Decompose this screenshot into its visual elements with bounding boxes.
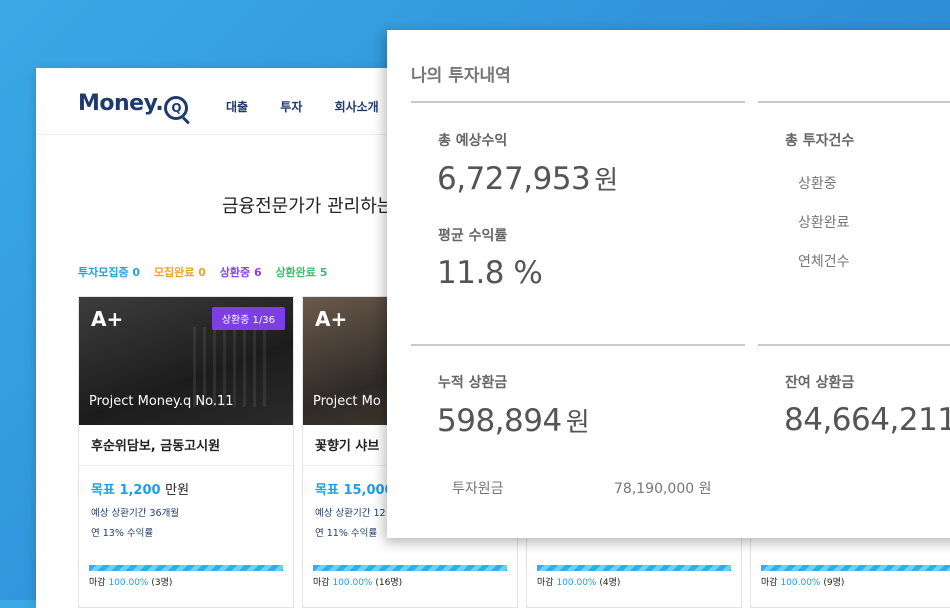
- filter-recruit-done[interactable]: 모집완료 0: [154, 266, 206, 279]
- logo-q-icon: Q: [164, 96, 189, 120]
- goal-amount: 목표 15,000: [315, 479, 394, 498]
- deadline-count: (16명): [375, 578, 403, 588]
- principal-value: 78,190,000 원: [614, 481, 712, 497]
- deadline-label: 마감: [761, 578, 778, 588]
- remaining-value: 84,664,211: [784, 402, 950, 438]
- project-name: Project Mo: [313, 394, 381, 409]
- deadline-label: 마감: [89, 578, 106, 588]
- investment-summary-panel: 나의 투자내역 총 예상수익 6,727,953 원 평균 수익률 11.8 % …: [387, 30, 950, 538]
- project-photo: A+ 상환중 1/36 Project Money.q No.11: [79, 297, 293, 425]
- deadline-info: 마감 100.00% (4명): [537, 575, 620, 588]
- project-card[interactable]: A+ 상환중 1/36 Project Money.q No.11 후순위담보,…: [78, 296, 294, 608]
- expected-profit-value: 6,727,953 원: [437, 160, 618, 197]
- goal-value: 목표 1,200: [91, 483, 161, 498]
- return-rate: 연 13% 수익률: [91, 528, 154, 539]
- status-filters: 투자모집중 0 모집완료 0 상환중 6 상환완료 5: [78, 264, 337, 280]
- deadline-info: 마감 100.00% (16명): [313, 575, 402, 588]
- nav-item-loan[interactable]: 대출: [226, 100, 248, 114]
- deadline-pct: 100.00%: [108, 578, 149, 588]
- panel-title: 나의 투자내역: [411, 66, 511, 86]
- deadline-label: 마감: [537, 578, 554, 588]
- expected-profit-number: 6,727,953: [437, 161, 591, 197]
- repay-period: 예상 상환기간 12: [315, 508, 386, 519]
- total-count-label: 총 투자건수: [785, 133, 855, 149]
- deadline-pct: 100.00%: [780, 578, 821, 588]
- divider: [758, 101, 950, 103]
- cumulative-label: 누적 상환금: [438, 375, 508, 391]
- progress-bar: [761, 565, 950, 571]
- progress-bar: [89, 565, 283, 571]
- grade-badge: A+: [91, 307, 124, 331]
- cumulative-value: 598,894 원: [437, 402, 590, 439]
- repay-period: 예상 상환기간 36개월: [91, 508, 180, 519]
- count-repaid: 상환완료: [798, 215, 850, 231]
- status-badge: 상환중 1/36: [211, 307, 285, 330]
- deadline-info: 마감 100.00% (9명): [761, 575, 844, 588]
- currency-unit: 원: [594, 166, 618, 196]
- nav-item-about[interactable]: 회사소개: [335, 100, 379, 114]
- deadline-info: 마감 100.00% (3명): [89, 575, 172, 588]
- main-nav: 대출 투자 회사소개: [226, 98, 407, 115]
- divider: [411, 101, 745, 103]
- deadline-label: 마감: [313, 578, 330, 588]
- goal-amount: 목표 1,200 만원: [91, 479, 189, 498]
- deadline-pct: 100.00%: [332, 578, 373, 588]
- expected-profit-label: 총 예상수익: [438, 133, 508, 149]
- count-overdue: 연체건수: [798, 254, 850, 270]
- page-headline: 금융전문가가 관리하는: [222, 196, 394, 217]
- logo-text: Money.: [78, 91, 164, 116]
- grade-badge: A+: [315, 307, 348, 331]
- deadline-count: (3명): [151, 578, 173, 588]
- deadline-pct: 100.00%: [556, 578, 597, 588]
- goal-value: 목표 15,000: [315, 483, 394, 498]
- return-rate: 연 11% 수익률: [315, 528, 378, 539]
- goal-unit: 만원: [165, 483, 190, 498]
- filter-repaid[interactable]: 상환완료 5: [275, 266, 327, 279]
- principal-label: 투자원금: [452, 481, 504, 497]
- logo[interactable]: Money. Q: [78, 91, 189, 120]
- deadline-count: (9명): [823, 578, 845, 588]
- avg-return-label: 평균 수익률: [438, 228, 508, 244]
- progress-bar: [537, 565, 731, 571]
- currency-unit: 원: [565, 408, 590, 438]
- divider: [758, 344, 950, 346]
- card-title: 후순위담보, 금동고시원: [79, 425, 293, 466]
- divider: [411, 344, 745, 346]
- deadline-count: (4명): [599, 578, 621, 588]
- count-repaying: 상환중: [798, 176, 837, 192]
- avg-return-value: 11.8 %: [437, 255, 543, 291]
- nav-item-invest[interactable]: 투자: [280, 100, 302, 114]
- filter-recruiting[interactable]: 투자모집중 0: [78, 266, 140, 279]
- cumulative-number: 598,894: [437, 403, 562, 439]
- filter-repaying[interactable]: 상환중 6: [220, 266, 262, 279]
- project-name: Project Money.q No.11: [89, 394, 234, 409]
- progress-bar: [313, 565, 507, 571]
- remaining-label: 잔여 상환금: [785, 375, 855, 391]
